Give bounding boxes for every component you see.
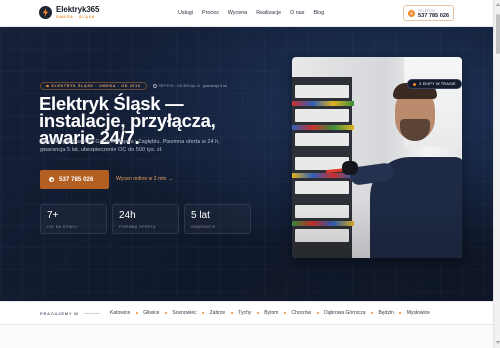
scroll-thumb[interactable] (495, 14, 500, 54)
city-katowice[interactable]: Katowice (110, 310, 130, 316)
eyebrow-note-text: SEP E+D · OC 500 tys. zł · gwarancja 5 l… (158, 84, 227, 88)
phone-icon: ✆ (408, 10, 415, 17)
city-bytom[interactable]: Bytom (264, 310, 278, 316)
online-quote-link[interactable]: Wycen online w 2 min → (116, 176, 173, 182)
phone-label: TELEFON (418, 8, 435, 13)
service-area-strip: PRACUJEMY W Katowice Gliwice Sosnowiec Z… (0, 301, 493, 325)
stat-label: LAT NA RYNKU (47, 225, 78, 229)
separator-dot (202, 312, 205, 314)
stat-card: 24h PISEMNA OFERTA (112, 204, 179, 234)
lightning-icon (39, 6, 52, 20)
hero-section: ELEKTRYK ŚLĄSK · OMEGA · OD 2016 SEP E+D… (0, 27, 493, 301)
scroll-up-arrow-icon[interactable] (495, 3, 500, 6)
separator-dot (230, 312, 233, 314)
stat-value: 5 lat (191, 210, 210, 221)
separator-dot (164, 312, 167, 314)
nav-item-proces[interactable]: Proces (202, 10, 219, 16)
city-tychy[interactable]: Tychy (238, 310, 251, 316)
city-zabrze[interactable]: Zabrze (210, 310, 226, 316)
logo[interactable]: Elektryk365 OMEGA · ŚLĄSK (39, 5, 100, 20)
service-area-label: PRACUJEMY W (40, 311, 79, 316)
separator-dot (371, 312, 374, 314)
city-bedzin[interactable]: Będzin (379, 310, 394, 316)
nav-item-blog[interactable]: Blog (313, 10, 324, 16)
phone-number: 537 785 026 (418, 13, 450, 19)
eyebrow-text: ELEKTRYK ŚLĄSK · OMEGA · OD 2016 (51, 84, 141, 88)
hero-eyebrow: ELEKTRYK ŚLĄSK · OMEGA · OD 2016 SEP E+D… (40, 82, 227, 90)
eyebrow-badge: ELEKTRYK ŚLĄSK · OMEGA · OD 2016 (40, 82, 147, 90)
call-button[interactable]: 537 785 026 (40, 170, 109, 189)
live-dot-icon (413, 82, 416, 86)
city-list: Katowice Gliwice Sosnowiec Zabrze Tychy … (110, 310, 430, 316)
header-phone-button[interactable]: ✆ TELEFON 537 785 026 (403, 5, 454, 21)
crews-badge: 3 EKIPY W TRASIE (407, 79, 462, 89)
separator-dot (135, 312, 138, 314)
crews-badge-text: 3 EKIPY W TRASIE (419, 82, 456, 86)
city-chorzow[interactable]: Chorzów (291, 310, 311, 316)
nav-item-wycena[interactable]: Wycena (228, 10, 247, 16)
separator-dot (316, 312, 319, 314)
page-scrollbar[interactable] (493, 0, 500, 348)
stat-card: 7+ LAT NA RYNKU (40, 204, 107, 234)
main-nav: Usługi Proces Wycena Realizacje O nas Bl… (178, 10, 333, 16)
stat-value: 7+ (47, 210, 59, 221)
next-section (0, 325, 493, 348)
separator-dot (399, 312, 402, 314)
separator-dot (283, 312, 286, 314)
stats-row: 7+ LAT NA RYNKU 24h PISEMNA OFERTA 5 lat… (40, 204, 256, 234)
logo-tagline: OMEGA · ŚLĄSK (56, 14, 96, 19)
separator-dot (256, 312, 259, 314)
divider (84, 313, 100, 314)
nav-item-o-nas[interactable]: O nas (290, 10, 304, 16)
hero-description: Trzy ekipy w trasie po Górnym Śląsku i Z… (40, 139, 220, 154)
scroll-down-arrow-icon[interactable] (495, 341, 500, 344)
phone-icon (49, 177, 54, 182)
dot-icon (46, 84, 49, 88)
city-myslowice[interactable]: Mysłowice (407, 310, 430, 316)
city-sosnowiec[interactable]: Sosnowiec (172, 310, 196, 316)
city-dabrowa-gornicza[interactable]: Dąbrowa Górnicza (324, 310, 365, 316)
eyebrow-note: SEP E+D · OC 500 tys. zł · gwarancja 5 l… (152, 84, 227, 88)
nav-item-uslugi[interactable]: Usługi (178, 10, 193, 16)
logo-name: Elektryk365 (56, 5, 100, 14)
call-button-label: 537 785 026 (59, 176, 94, 183)
nav-item-realizacje[interactable]: Realizacje (256, 10, 281, 16)
city-gliwice[interactable]: Gliwice (143, 310, 159, 316)
stat-value: 24h (119, 210, 136, 221)
stat-card: 5 lat GWARANCJI (184, 204, 251, 234)
site-header: Elektryk365 OMEGA · ŚLĄSK Usługi Proces … (0, 0, 493, 27)
stat-label: GWARANCJI (191, 225, 216, 229)
check-circle-icon (152, 84, 157, 88)
stat-label: PISEMNA OFERTA (119, 225, 156, 229)
